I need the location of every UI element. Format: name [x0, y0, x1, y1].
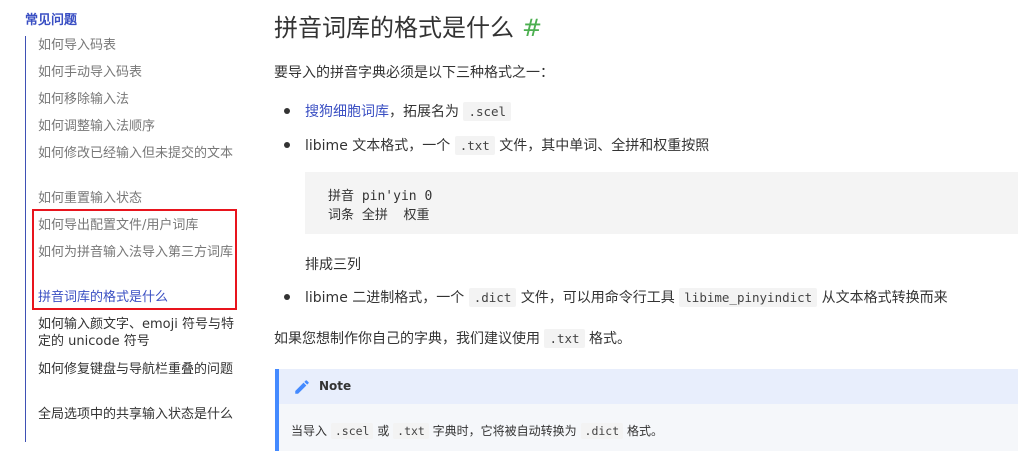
sidebar-section-title[interactable]: 常见问题	[25, 9, 77, 28]
note-mid: 字典时，它将被自动转换为	[432, 424, 577, 438]
note-header: Note	[279, 369, 1018, 404]
bullet-dot	[284, 142, 290, 148]
after-code-text: 排成三列	[305, 257, 361, 273]
note-or: 或	[377, 424, 390, 438]
note-admonition: Note 当导入 .scel 或 .txt 字典时，它将被自动转换为 .dict…	[275, 369, 1018, 451]
inline-code-dict: .dict	[468, 288, 517, 307]
suggest-text: 如果您想制作你自己的字典，我们建议使用 .txt 格式。	[274, 328, 631, 348]
suggest-pre: 如果您想制作你自己的字典，我们建议使用	[274, 331, 540, 347]
inline-code-txt-suggest: .txt	[544, 329, 585, 348]
note-code-scel: .scel	[330, 423, 374, 439]
bullet-dot	[284, 108, 290, 114]
sidebar-item-shared-state[interactable]: 全局选项中的共享输入状态是什么	[38, 406, 241, 423]
note-title: Note	[319, 379, 352, 393]
sidebar-item-input-emoji[interactable]: 如何输入颜文字、emoji 符号与特定的 unicode 符号	[38, 316, 241, 350]
bullet-sogou-text: ，拓展名为	[389, 104, 459, 120]
bullet-text-format-post: 文件，其中单词、全拼和权重按照	[499, 138, 710, 154]
bullet-text-format-pre: libime 文本格式，一个	[305, 138, 451, 154]
note-post: 格式。	[626, 424, 663, 438]
page-title-text: 拼音词库的格式是什么	[274, 14, 514, 42]
code-line-1: 拼音 pin'yin 0	[328, 189, 433, 204]
bullet-binary-post: 从文本格式转换而来	[821, 290, 948, 306]
bullet-binary-mid: 文件，可以用命令行工具	[520, 290, 675, 306]
intro-text: 要导入的拼音字典必须是以下三种格式之一：	[274, 65, 554, 81]
code-line-2: 词条 全拼 权重	[328, 208, 430, 223]
bullet-text-format: libime 文本格式，一个 .txt 文件，其中单词、全拼和权重按照	[305, 135, 709, 155]
sidebar: 常见问题 如何导入码表 如何手动导入码表 如何移除输入法 如何调整输入法顺序 如…	[0, 0, 250, 451]
article: 拼音词库的格式是什么 # 要导入的拼音字典必须是以下三种格式之一： 搜狗细胞词库，…	[250, 0, 1018, 451]
bullet-binary-format: libime 二进制格式，一个 .dict 文件，可以用命令行工具 libime…	[305, 287, 948, 307]
nav-indent-line	[25, 36, 26, 442]
note-code-dict: .dict	[580, 423, 624, 439]
bullet-dot	[284, 294, 290, 300]
sidebar-item-reset-state[interactable]: 如何重置输入状态	[38, 190, 241, 207]
suggest-post: 格式。	[589, 331, 632, 347]
bullet-binary-pre: libime 二进制格式，一个	[305, 290, 465, 306]
sidebar-item-keyboard-overlap[interactable]: 如何修复键盘与导航栏重叠的问题	[38, 361, 241, 378]
sidebar-item-edit-uncommitted[interactable]: 如何修改已经输入但未提交的文本	[38, 145, 241, 162]
note-body: 当导入 .scel 或 .txt 字典时，它将被自动转换为 .dict 格式。	[291, 422, 663, 439]
highlight-box	[32, 209, 237, 310]
sidebar-item-manual-import[interactable]: 如何手动导入码表	[38, 64, 241, 81]
inline-code-tool: libime_pinyindict	[679, 288, 818, 307]
sogou-dict-link[interactable]: 搜狗细胞词库	[305, 104, 389, 120]
heading-anchor-link[interactable]: #	[522, 14, 542, 42]
sidebar-item-reorder-im[interactable]: 如何调整输入法顺序	[38, 118, 241, 135]
sidebar-item-import-table[interactable]: 如何导入码表	[38, 37, 241, 54]
inline-code-txt: .txt	[454, 136, 495, 155]
bullet-sogou: 搜狗细胞词库，拓展名为 .scel	[305, 101, 512, 121]
note-code-txt: .txt	[393, 423, 429, 439]
note-pre: 当导入	[291, 424, 328, 438]
sidebar-item-remove-im[interactable]: 如何移除输入法	[38, 91, 241, 108]
pencil-icon	[295, 380, 309, 394]
inline-code-scel: .scel	[463, 102, 512, 121]
code-block: 拼音 pin'yin 0 词条 全拼 权重	[305, 172, 1018, 234]
page-title: 拼音词库的格式是什么 #	[274, 8, 542, 43]
